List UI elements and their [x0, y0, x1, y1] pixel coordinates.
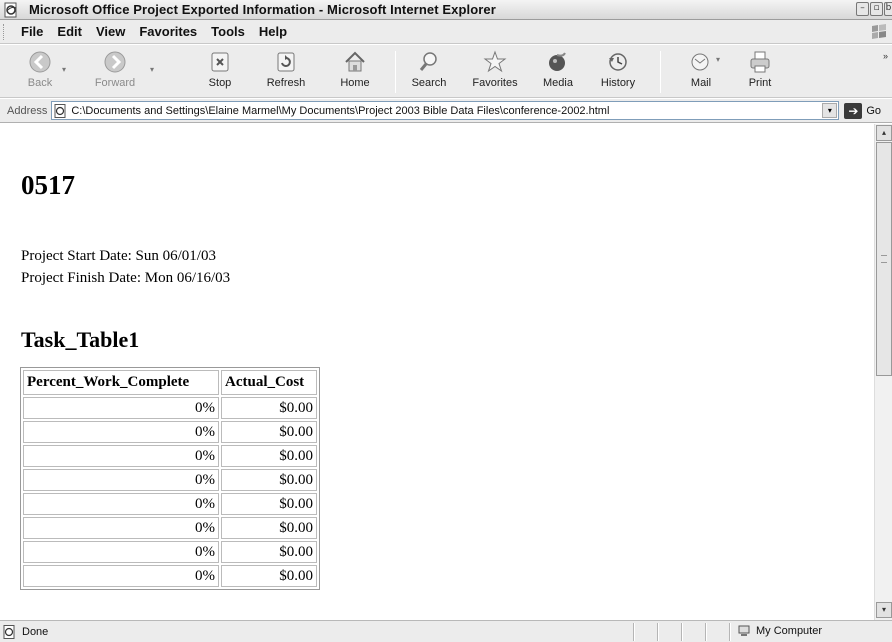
menu-edit[interactable]: Edit — [50, 24, 89, 39]
status-pane — [681, 623, 683, 641]
back-dropdown-icon[interactable]: ▾ — [62, 65, 66, 74]
menu-tools[interactable]: Tools — [204, 24, 252, 39]
go-button[interactable]: ➔ Go — [844, 102, 881, 119]
task-table: Percent_Work_Complete Actual_Cost 0% $0.0… — [20, 367, 320, 590]
address-bar: Address C:\Documents and Settings\Elaine… — [0, 99, 892, 123]
address-dropdown-icon[interactable]: ▾ — [822, 103, 838, 118]
table-row: 0% $0.00 — [23, 565, 317, 587]
menu-file[interactable]: File — [14, 24, 50, 39]
toolbar: Back ▾ Forward ▾ Stop Refresh Home Searc… — [0, 45, 892, 98]
table-cell: $0.00 — [221, 397, 317, 419]
window-title: Microsoft Office Project Exported Inform… — [29, 2, 496, 17]
history-button[interactable]: History — [592, 49, 644, 95]
project-start-date: Project Start Date: Sun 06/01/03 — [21, 248, 216, 264]
scrollbar-thumb[interactable] — [876, 142, 892, 376]
page-heading: 0517 — [21, 170, 75, 200]
computer-icon — [738, 625, 750, 636]
table-row: 0% $0.00 — [23, 397, 317, 419]
history-icon — [609, 53, 627, 71]
table-row: 0% $0.00 — [23, 517, 317, 539]
scroll-down-button[interactable]: ▾ — [876, 602, 892, 618]
toolbar-separator — [395, 51, 396, 93]
back-arrow-icon — [29, 51, 51, 73]
table-row: 0% $0.00 — [23, 469, 317, 491]
media-button[interactable]: Media — [538, 49, 578, 95]
go-arrow-icon: ➔ — [844, 102, 863, 119]
status-bar: Done My Computer — [0, 620, 892, 642]
close-button[interactable]: b — [884, 2, 892, 16]
print-button[interactable]: Print — [740, 49, 780, 95]
favorites-button[interactable]: Favorites — [466, 49, 524, 95]
table-cell: 0% — [23, 469, 219, 491]
minimize-button[interactable]: – — [856, 2, 869, 16]
toolbar-overflow-icon[interactable]: » — [883, 51, 888, 61]
stop-icon — [211, 52, 229, 72]
table-row: 0% $0.00 — [23, 541, 317, 563]
media-icon — [549, 52, 566, 71]
menu-favorites[interactable]: Favorites — [132, 24, 204, 39]
table-title: Task_Table1 — [21, 327, 140, 352]
column-header: Percent_Work_Complete — [23, 370, 219, 395]
table-cell: $0.00 — [221, 469, 317, 491]
back-button[interactable]: Back — [22, 49, 58, 95]
thumb-grip — [881, 255, 887, 263]
security-zone: My Computer — [737, 624, 822, 638]
menu-bar: File Edit View Favorites Tools Help — [0, 20, 892, 44]
column-header: Actual_Cost — [221, 370, 317, 395]
printer-icon — [750, 51, 770, 73]
table-header-row: Percent_Work_Complete Actual_Cost — [23, 370, 317, 395]
window-controls: – ▫ b — [856, 2, 892, 16]
star-icon — [483, 50, 507, 73]
toolbar-separator — [660, 51, 661, 93]
table-cell: 0% — [23, 445, 219, 467]
stop-button[interactable]: Stop — [200, 49, 240, 95]
table-cell: 0% — [23, 565, 219, 587]
envelope-icon — [691, 53, 709, 71]
vertical-scrollbar[interactable]: ▴ ▾ — [874, 124, 892, 620]
windows-logo-icon — [872, 24, 886, 39]
status-pane — [633, 623, 635, 641]
table-cell: $0.00 — [221, 541, 317, 563]
home-icon — [345, 51, 365, 72]
address-url: C:\Documents and Settings\Elaine Marmel\… — [71, 104, 610, 117]
table-cell: $0.00 — [221, 565, 317, 587]
status-pane — [705, 623, 707, 641]
status-pane — [729, 623, 731, 641]
forward-dropdown-icon[interactable]: ▾ — [150, 65, 154, 74]
project-finish-date: Project Finish Date: Mon 06/16/03 — [21, 270, 231, 286]
ie-page-icon — [4, 2, 17, 17]
table-cell: $0.00 — [221, 517, 317, 539]
magnifier-icon — [419, 52, 437, 71]
refresh-icon — [277, 52, 295, 72]
refresh-button[interactable]: Refresh — [258, 49, 314, 95]
table-cell: 0% — [23, 493, 219, 515]
table-cell: 0% — [23, 397, 219, 419]
status-pane — [657, 623, 659, 641]
table-row: 0% $0.00 — [23, 421, 317, 443]
table-cell: $0.00 — [221, 421, 317, 443]
table-cell: 0% — [23, 517, 219, 539]
search-button[interactable]: Search — [404, 49, 454, 95]
page-content: 0517 Project Start Date: Sun 06/01/03 Pr… — [0, 124, 874, 620]
title-bar: Microsoft Office Project Exported Inform… — [0, 0, 892, 20]
address-label: Address — [7, 104, 48, 117]
table-cell: $0.00 — [221, 445, 317, 467]
menu-grip — [3, 23, 6, 40]
table-cell: 0% — [23, 421, 219, 443]
table-cell: 0% — [23, 541, 219, 563]
forward-arrow-icon — [104, 51, 126, 73]
forward-button[interactable]: Forward — [84, 49, 146, 95]
table-row: 0% $0.00 — [23, 493, 317, 515]
address-input[interactable]: C:\Documents and Settings\Elaine Marmel\… — [51, 101, 840, 120]
mail-dropdown-icon[interactable]: ▾ — [716, 55, 720, 64]
scroll-up-button[interactable]: ▴ — [876, 125, 892, 141]
ie-page-icon — [54, 103, 66, 118]
table-row: 0% $0.00 — [23, 445, 317, 467]
menu-help[interactable]: Help — [252, 24, 294, 39]
menu-view[interactable]: View — [89, 24, 132, 39]
home-button[interactable]: Home — [332, 49, 378, 95]
table-cell: $0.00 — [221, 493, 317, 515]
maximize-button[interactable]: ▫ — [870, 2, 883, 16]
